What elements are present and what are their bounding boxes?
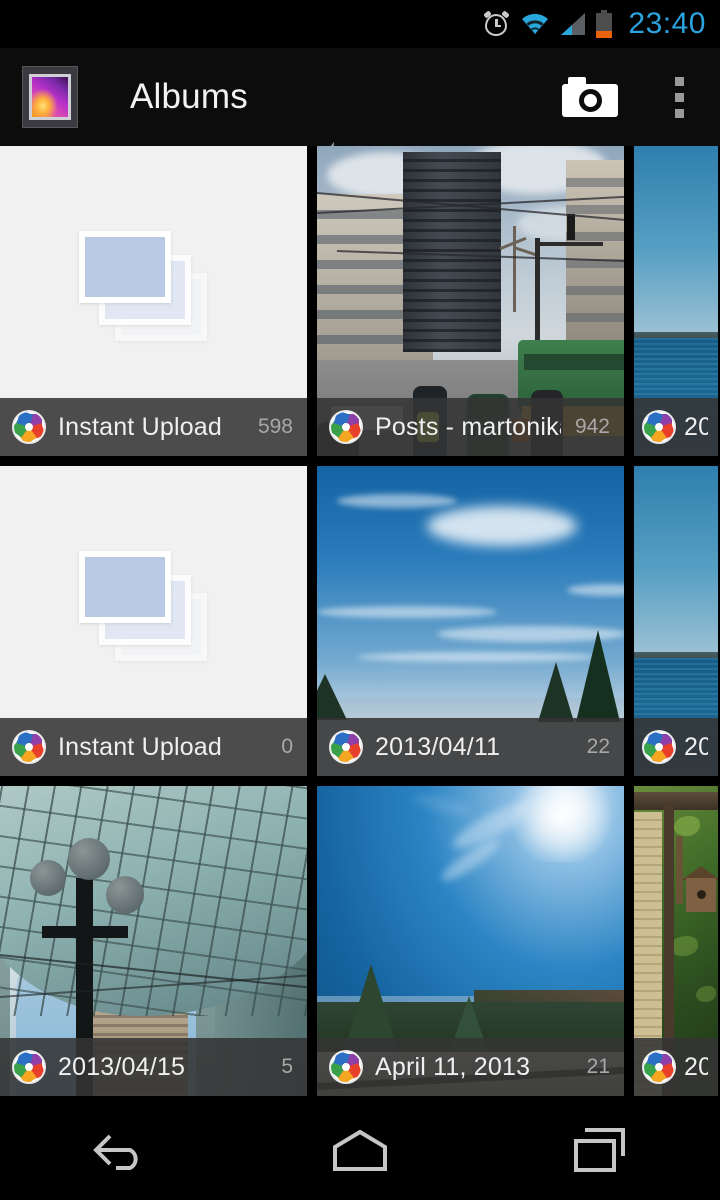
album-name: Posts - martonikaj [375,413,561,442]
back-button[interactable] [40,1100,200,1200]
picasa-icon [331,1052,361,1082]
picasa-icon [644,412,674,442]
picasa-icon [14,732,44,762]
camera-icon [562,77,618,117]
album-label-bar: 2013/04/15 5 [0,1038,307,1096]
album-name: 2013/04/15 [58,1053,267,1082]
album-label-bar: 201 [634,398,718,456]
album-tile[interactable]: April 11, 2013 21 [317,786,624,1096]
album-tile[interactable]: 2013/04/15 5 [0,786,307,1096]
album-count: 598 [258,415,293,439]
recents-icon [573,1126,627,1174]
album-label-bar: Posts - martonikaj 942 [317,398,624,456]
status-bar: 23:40 [0,0,720,48]
empty-album-placeholder-icon [79,549,229,669]
action-bar-actions [542,48,720,146]
album-tile[interactable]: Posts - martonikaj 942 [317,146,624,456]
picasa-icon [14,412,44,442]
signal-icon [560,12,586,36]
album-tile[interactable]: 201 [634,466,718,776]
album-name: 201 [684,413,708,442]
picasa-icon [14,1052,44,1082]
status-bar-clock: 23:40 [628,7,706,41]
album-tile[interactable]: 2013/04/11 22 [317,466,624,776]
album-count: 0 [281,735,293,759]
album-name: 20 [684,1053,708,1082]
album-label-bar: 20 [634,1038,718,1096]
page-title: Albums [130,77,248,117]
album-tile[interactable]: Instant Upload 0 [0,466,307,776]
album-name: Instant Upload [58,733,267,762]
albums-row: Instant Upload 0 [0,466,720,776]
album-tile[interactable]: 201 [634,146,718,456]
album-label-bar: 2013/04/11 22 [317,718,624,776]
album-tile[interactable]: Instant Upload 598 [0,146,307,456]
camera-button[interactable] [542,48,638,146]
albums-grid[interactable]: Instant Upload 598 [0,146,720,1100]
battery-icon [596,10,612,38]
albums-row: 2013/04/15 5 [0,786,720,1096]
picasa-icon [331,412,361,442]
overflow-menu-button[interactable] [638,48,720,146]
album-name: 2013/04/11 [375,733,573,762]
album-name: 201 [684,733,708,762]
action-bar: Albums [0,48,720,146]
picasa-icon [644,1052,674,1082]
album-name: April 11, 2013 [375,1053,573,1082]
album-count: 942 [575,415,610,439]
overflow-menu-icon [675,77,684,86]
album-label-bar: Instant Upload 598 [0,398,307,456]
album-count: 22 [587,735,610,759]
wifi-icon [520,11,550,37]
navigation-bar [0,1100,720,1200]
album-tile[interactable]: 20 [634,786,718,1096]
alarm-icon [483,11,510,38]
picasa-icon [331,732,361,762]
status-bar-icons: 23:40 [483,7,706,41]
recents-button[interactable] [520,1100,680,1200]
home-button[interactable] [280,1100,440,1200]
android-gallery-screen: 23:40 Albums [0,0,720,1200]
album-label-bar: Instant Upload 0 [0,718,307,776]
album-label-bar: April 11, 2013 21 [317,1038,624,1096]
album-count: 21 [587,1055,610,1079]
back-icon [90,1128,150,1172]
gallery-app-icon[interactable] [22,66,78,128]
album-label-bar: 201 [634,718,718,776]
albums-row: Instant Upload 598 [0,146,720,456]
home-icon [331,1129,389,1171]
empty-album-placeholder-icon [79,229,229,349]
album-count: 5 [281,1055,293,1079]
album-name: Instant Upload [58,413,244,442]
picasa-icon [644,732,674,762]
